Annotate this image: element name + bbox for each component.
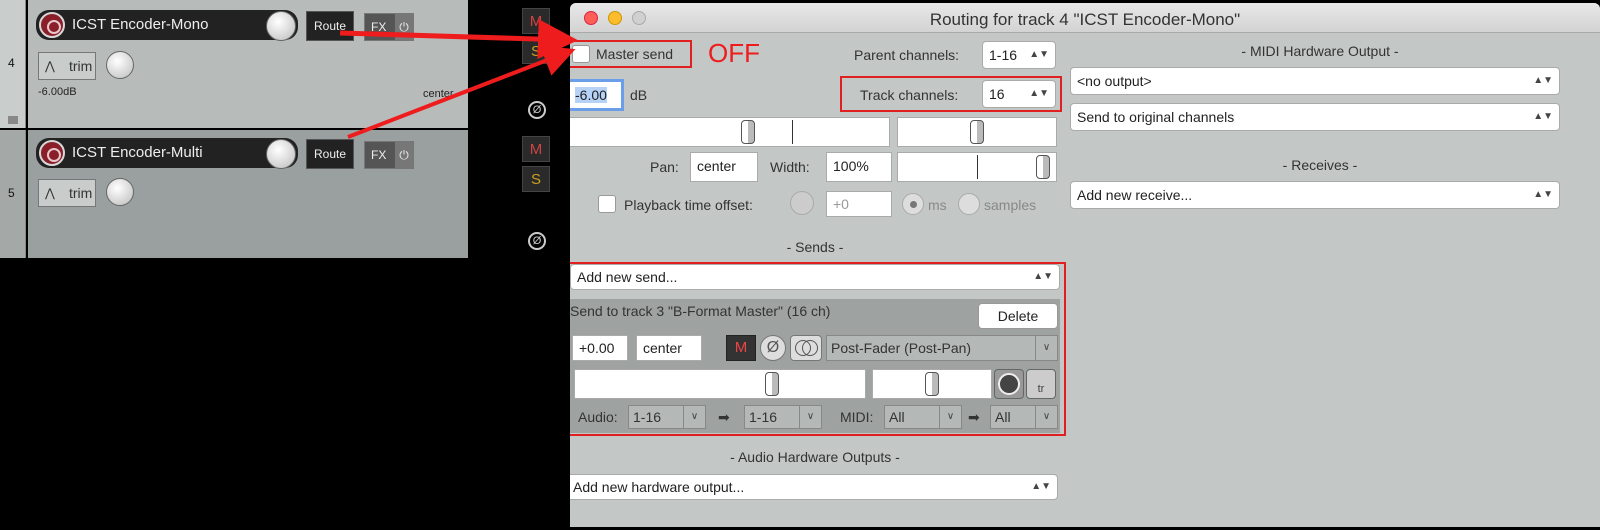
annotation-arrows bbox=[339, 19, 578, 139]
arrow-track4-to-master bbox=[339, 19, 578, 60]
arrow-track5-to-master bbox=[347, 45, 576, 139]
